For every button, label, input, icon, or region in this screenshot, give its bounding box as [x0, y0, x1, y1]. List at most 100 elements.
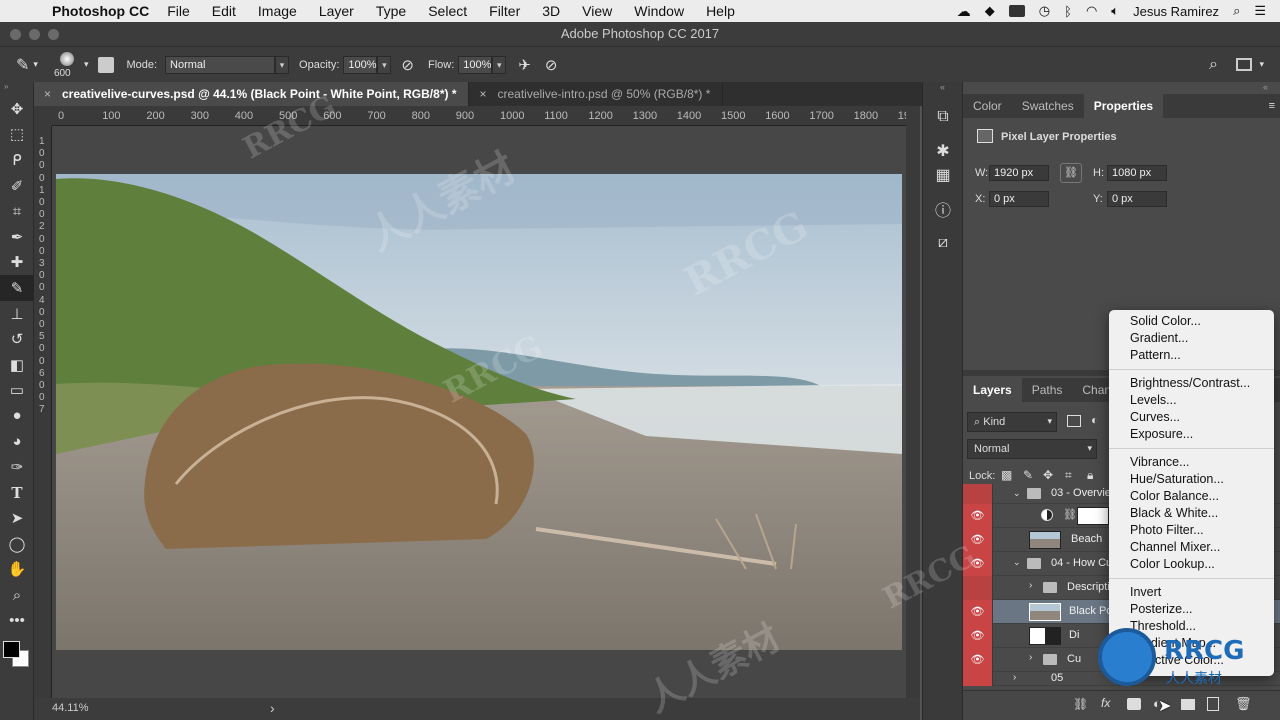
menu-edit[interactable]: Edit: [212, 3, 236, 19]
menu-select[interactable]: Select: [428, 3, 467, 19]
visibility-toggle[interactable]: [963, 672, 993, 686]
menu-3d[interactable]: 3D: [542, 3, 560, 19]
clone-stamp-tool-icon[interactable]: ⊥: [0, 301, 34, 327]
menu-file[interactable]: File: [167, 3, 190, 19]
tab-color[interactable]: Color: [963, 94, 1012, 118]
path-selection-tool-icon[interactable]: ➤: [0, 506, 34, 532]
close-tab-icon[interactable]: ×: [44, 82, 51, 106]
visibility-toggle[interactable]: 👁︎: [963, 552, 993, 576]
zoom-level[interactable]: 44.11%: [52, 702, 89, 714]
visibility-toggle[interactable]: 👁︎: [963, 648, 993, 672]
move-tool-icon[interactable]: ✥: [0, 96, 34, 122]
volume-icon[interactable]: 🔈︎: [1111, 3, 1119, 19]
tab-swatches[interactable]: Swatches: [1012, 94, 1084, 118]
layer-mask-thumbnail[interactable]: [1077, 507, 1109, 525]
menu-item[interactable]: Brightness/Contrast...: [1109, 375, 1274, 392]
workspace-icon[interactable]: [1236, 58, 1252, 71]
menu-layer[interactable]: Layer: [319, 3, 354, 19]
lock-artboard-icon[interactable]: ⌗: [1065, 468, 1072, 483]
tool-preset-dropdown[interactable]: ▾: [33, 59, 38, 70]
pressure-size-icon[interactable]: ⊘: [545, 56, 558, 74]
menu-item[interactable]: Exposure...: [1109, 426, 1274, 443]
visibility-toggle[interactable]: [963, 484, 993, 504]
ruler-origin[interactable]: [34, 106, 52, 126]
healing-brush-tool-icon[interactable]: ✚: [0, 250, 34, 276]
history-brush-tool-icon[interactable]: ↺: [0, 326, 34, 352]
workspace-dropdown[interactable]: ▾: [1259, 59, 1264, 70]
kind-filter[interactable]: ⌕ Kind ▾: [967, 412, 1057, 432]
crop-tool-icon[interactable]: ⌗: [0, 198, 34, 224]
panel-collapse-icon[interactable]: «: [923, 82, 962, 100]
menu-item[interactable]: Pattern...: [1109, 347, 1274, 364]
chevron-right-icon[interactable]: ›: [1029, 652, 1032, 663]
mask-link-icon[interactable]: ⛓: [1063, 508, 1077, 521]
mode-dropdown-arrow[interactable]: ▾: [275, 55, 290, 74]
y-input[interactable]: 0 px: [1107, 191, 1167, 207]
bluetooth-icon[interactable]: ᛒ: [1064, 4, 1072, 19]
tab-creativelive-curves[interactable]: × creativelive-curves.psd @ 44.1% (Black…: [34, 82, 470, 106]
color-swatches[interactable]: [0, 633, 33, 679]
brush-tool-icon[interactable]: ✎: [16, 55, 29, 75]
brush-preset-picker[interactable]: 600: [52, 50, 82, 80]
quick-selection-tool-icon[interactable]: ✐: [0, 173, 34, 199]
flow-dropdown-arrow[interactable]: ▾: [492, 55, 507, 74]
panel-menu-icon[interactable]: ≡: [1269, 100, 1275, 112]
creative-cloud-icon[interactable]: ☁: [957, 3, 971, 20]
x-input[interactable]: 0 px: [989, 191, 1049, 207]
layer-thumbnail[interactable]: [1029, 627, 1061, 645]
menu-help[interactable]: Help: [706, 3, 735, 19]
menu-item[interactable]: Curves...: [1109, 409, 1274, 426]
app-menu[interactable]: Photoshop CC: [52, 3, 149, 19]
wifi-icon[interactable]: ◠: [1086, 3, 1097, 19]
lock-position-icon[interactable]: ✥: [1043, 468, 1053, 482]
brush-preset-dropdown[interactable]: ▾: [84, 59, 89, 70]
tab-paths[interactable]: Paths: [1022, 378, 1073, 402]
marquee-tool-icon[interactable]: ⬚: [0, 122, 34, 148]
type-tool-icon[interactable]: T: [0, 480, 34, 506]
height-input[interactable]: 1080 px: [1107, 165, 1167, 181]
new-group-icon[interactable]: [1181, 699, 1195, 710]
dropbox-icon[interactable]: ◆: [985, 3, 995, 19]
airbrush-icon[interactable]: ✈: [518, 56, 531, 74]
chevron-right-icon[interactable]: ›: [1013, 672, 1016, 683]
pen-tool-icon[interactable]: ✑: [0, 454, 34, 480]
visibility-toggle[interactable]: 👁︎: [963, 624, 993, 648]
menu-item[interactable]: Invert: [1109, 584, 1274, 601]
info-icon[interactable]: ⓘ: [923, 192, 963, 226]
user-name[interactable]: Jesus Ramirez: [1133, 4, 1219, 19]
lock-all-icon[interactable]: 🔒︎: [1087, 468, 1093, 483]
mode-select[interactable]: Normal: [165, 55, 276, 74]
eyedropper-tool-icon[interactable]: ✒: [0, 224, 34, 250]
search-icon[interactable]: ⌕: [1209, 56, 1218, 74]
menu-filter[interactable]: Filter: [489, 3, 520, 19]
tab-layers[interactable]: Layers: [963, 378, 1022, 402]
opacity-dropdown-arrow[interactable]: ▾: [377, 55, 392, 74]
menu-image[interactable]: Image: [258, 3, 297, 19]
layer-thumbnail[interactable]: [1029, 603, 1061, 621]
panel-collapse-icon[interactable]: «: [1263, 82, 1268, 92]
layer-thumbnail[interactable]: [1029, 531, 1061, 549]
edit-toolbar-icon[interactable]: •••: [0, 608, 34, 634]
beach-photo[interactable]: [56, 174, 902, 650]
eraser-tool-icon[interactable]: ◧: [0, 352, 34, 378]
history-panel-icon[interactable]: ⧉: [923, 100, 963, 134]
menu-item[interactable]: Black & White...: [1109, 505, 1274, 522]
vertical-scrollbar[interactable]: [906, 106, 920, 698]
airplay-icon[interactable]: [1008, 5, 1025, 17]
lasso-tool-icon[interactable]: ᑭ: [0, 147, 34, 173]
visibility-toggle[interactable]: 👁︎: [963, 600, 993, 624]
lock-transparent-icon[interactable]: ▩: [1001, 468, 1012, 482]
visibility-toggle[interactable]: 👁︎: [963, 504, 993, 528]
time-machine-icon[interactable]: ◷: [1039, 3, 1050, 19]
menu-item[interactable]: Levels...: [1109, 392, 1274, 409]
notification-center-icon[interactable]: ☰: [1254, 3, 1266, 19]
close-window-button[interactable]: [10, 29, 21, 40]
shape-tool-icon[interactable]: ◯: [0, 531, 34, 557]
status-info-arrow[interactable]: ›: [270, 700, 275, 716]
filter-pixel-icon[interactable]: [1067, 415, 1081, 427]
menu-item[interactable]: Photo Filter...: [1109, 522, 1274, 539]
menu-view[interactable]: View: [582, 3, 612, 19]
zoom-tool-icon[interactable]: ⌕: [0, 582, 34, 608]
width-input[interactable]: 1920 px: [989, 165, 1049, 181]
menu-item[interactable]: Channel Mixer...: [1109, 539, 1274, 556]
